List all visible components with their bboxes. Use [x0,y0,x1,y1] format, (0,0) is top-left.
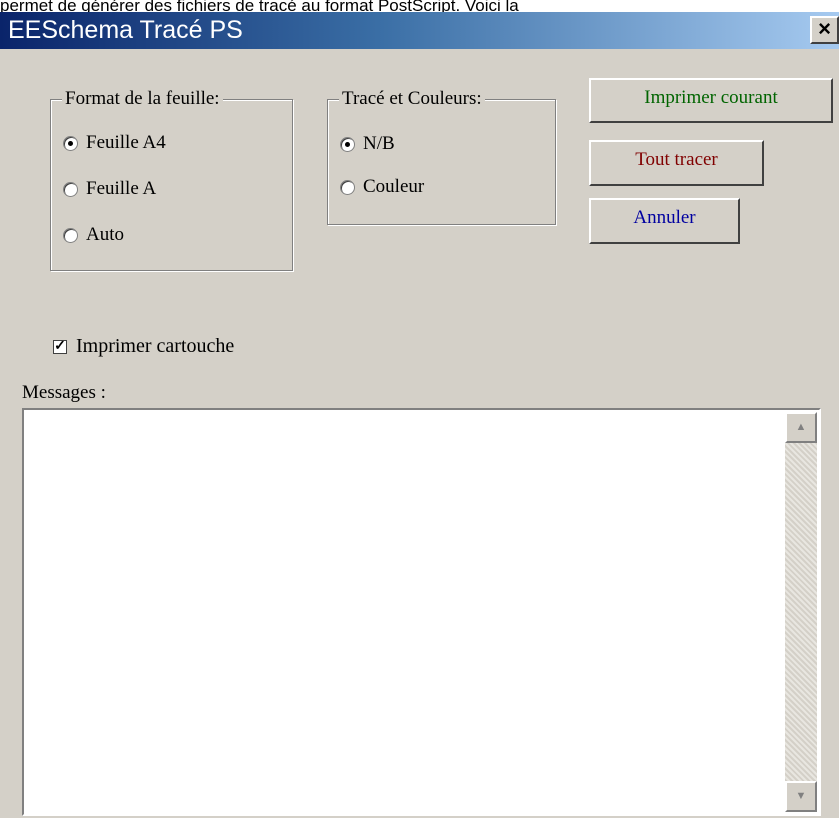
dialog-window: EESchema Tracé PS × Format de la feuille… [0,12,839,818]
checkbox-label: Imprimer cartouche [76,335,235,357]
radio-selected-icon [63,135,78,151]
print-current-label: Imprimer courant [644,87,778,108]
scroll-up-button[interactable]: ▲ [785,412,817,443]
plot-all-label: Tout tracer [635,149,718,170]
radio-label: Feuille A4 [86,132,166,153]
radio-label: N/B [363,133,395,154]
radio-unselected-icon [63,181,78,197]
radio-label: Auto [86,224,124,245]
plot-color-group: Tracé et Couleurs: [327,88,556,225]
radio-unselected-icon [340,179,355,195]
messages-scrollbar[interactable]: ▲ ▼ [785,412,817,812]
radio-nb[interactable]: N/B [340,133,395,155]
radio-feuille-a[interactable]: Feuille A [63,178,156,200]
radio-auto[interactable]: Auto [63,224,124,246]
radio-selected-icon [340,136,355,152]
radio-feuille-a4[interactable]: Feuille A4 [63,132,166,154]
window-title: EESchema Tracé PS [8,16,243,44]
plot-color-legend: Tracé et Couleurs: [339,88,485,110]
messages-textarea[interactable]: ▲ ▼ [22,408,821,816]
sheet-format-legend: Format de la feuille: [62,88,223,110]
cancel-button[interactable]: Annuler [589,198,740,244]
print-cartouche-checkbox[interactable]: ✓ Imprimer cartouche [53,335,234,358]
print-current-button[interactable]: Imprimer courant [589,78,833,123]
close-button[interactable]: × [810,16,839,44]
scroll-down-button[interactable]: ▼ [785,781,817,812]
checkbox-checked-icon: ✓ [53,338,67,354]
plot-all-button[interactable]: Tout tracer [589,140,764,186]
background-document-text: permet de générer des fichiers de tracé … [0,0,519,12]
radio-unselected-icon [63,227,78,243]
cancel-label: Annuler [633,207,696,228]
radio-label: Couleur [363,176,425,197]
radio-label: Feuille A [86,178,157,199]
messages-label: Messages : [22,382,106,403]
radio-couleur[interactable]: Couleur [340,176,424,198]
title-bar[interactable]: EESchema Tracé PS × [0,12,839,49]
